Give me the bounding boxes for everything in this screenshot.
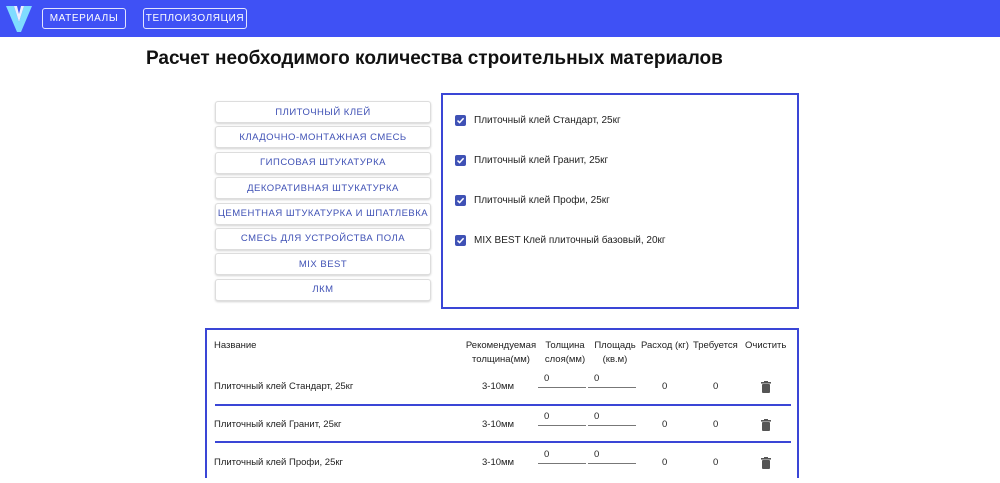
header-thickness: Толщина слоя(мм) [540, 339, 590, 367]
thickness-input[interactable]: 0 [538, 411, 586, 426]
header-area-line2: (кв.м) [602, 354, 628, 365]
calculation-table: Название Рекомендуемая толщина(мм) Толщи… [205, 328, 799, 478]
logo-icon[interactable] [6, 4, 32, 33]
category-button[interactable]: Кладочно-монтажная смесь [215, 126, 431, 149]
area-value: 0 [594, 411, 600, 422]
row-divider [215, 404, 791, 406]
nav-insulation-button[interactable]: Теплоизоляция [143, 8, 247, 29]
nav-materials-button[interactable]: Материалы [42, 8, 126, 29]
checkbox-checked-icon[interactable] [455, 195, 466, 206]
row-consumption: 0 [662, 419, 668, 430]
product-selection-panel: Плиточный клей Стандарт, 25кг Плиточный … [441, 93, 799, 309]
header-area: Площадь (кв.м) [590, 339, 640, 367]
product-checkbox-label: Плиточный клей Гранит, 25кг [474, 155, 609, 166]
checkbox-checked-icon[interactable] [455, 155, 466, 166]
thickness-value: 0 [544, 373, 550, 384]
category-button[interactable]: MIX BEST [215, 253, 431, 276]
area-input[interactable]: 0 [588, 449, 636, 464]
table-row: Плиточный клей Профи, 25кг 3-10мм 0 0 0 … [213, 445, 791, 483]
area-input[interactable]: 0 [588, 411, 636, 426]
category-button[interactable]: Плиточный клей [215, 101, 431, 123]
row-required: 0 [713, 381, 719, 392]
thickness-value: 0 [544, 411, 550, 422]
row-name: Плиточный клей Стандарт, 25кг [214, 381, 354, 392]
category-button[interactable]: Гипсовая штукатурка [215, 151, 431, 174]
area-input[interactable]: 0 [588, 373, 636, 388]
category-button[interactable]: ЛКМ [215, 278, 431, 301]
area-value: 0 [594, 449, 600, 460]
table-row: Плиточный клей Гранит, 25кг 3-10мм 0 0 0… [213, 407, 791, 445]
product-checkbox-item[interactable]: MIX BEST Клей плиточный базовый, 20кг [455, 235, 666, 246]
header-thickness-line1: Толщина [545, 340, 585, 351]
header-name: Название [214, 340, 257, 351]
row-name: Плиточный клей Гранит, 25кг [214, 419, 342, 430]
category-list: Плиточный клей Кладочно-монтажная смесь … [215, 101, 431, 304]
header-recommended: Рекомендуемая толщина(мм) [463, 339, 539, 367]
trash-icon[interactable] [761, 419, 771, 431]
thickness-value: 0 [544, 449, 550, 460]
row-recommended: 3-10мм [482, 381, 515, 392]
header-area-line1: Площадь [594, 340, 636, 351]
product-checkbox-item[interactable]: Плиточный клей Стандарт, 25кг [455, 115, 621, 126]
row-recommended: 3-10мм [482, 419, 515, 430]
trash-icon[interactable] [761, 457, 771, 469]
product-checkbox-item[interactable]: Плиточный клей Гранит, 25кг [455, 155, 608, 166]
category-button[interactable]: Цементная штукатурка и шпатлевка [215, 202, 431, 225]
page-title: Расчет необходимого количества строитель… [146, 48, 723, 69]
top-app-bar: Материалы Теплоизоляция [0, 0, 1000, 37]
checkbox-checked-icon[interactable] [455, 235, 466, 246]
header-consumption: Расход (кг) [641, 340, 689, 351]
header-clear: Очистить [745, 340, 787, 351]
row-consumption: 0 [662, 381, 668, 392]
product-checkbox-label: MIX BEST Клей плиточный базовый, 20кг [474, 235, 666, 246]
category-button[interactable]: Смесь для устройства пола [215, 227, 431, 250]
checkbox-checked-icon[interactable] [455, 115, 466, 126]
header-recommended-line1: Рекомендуемая [465, 340, 537, 351]
category-button[interactable]: Декоративная штукатурка [215, 177, 431, 200]
product-checkbox-label: Плиточный клей Стандарт, 25кг [474, 115, 621, 126]
header-recommended-line2: толщина(мм) [472, 354, 530, 365]
thickness-input[interactable]: 0 [538, 373, 586, 388]
header-thickness-line2: слоя(мм) [544, 354, 586, 365]
row-divider [215, 441, 791, 443]
trash-icon[interactable] [761, 381, 771, 393]
product-checkbox-item[interactable]: Плиточный клей Профи, 25кг [455, 195, 610, 206]
table-row: Плиточный клей Стандарт, 25кг 3-10мм 0 0… [213, 369, 791, 407]
header-required: Требуется [693, 340, 738, 351]
thickness-input[interactable]: 0 [538, 449, 586, 464]
row-required: 0 [713, 419, 719, 430]
area-value: 0 [594, 373, 600, 384]
product-checkbox-label: Плиточный клей Профи, 25кг [474, 195, 610, 206]
